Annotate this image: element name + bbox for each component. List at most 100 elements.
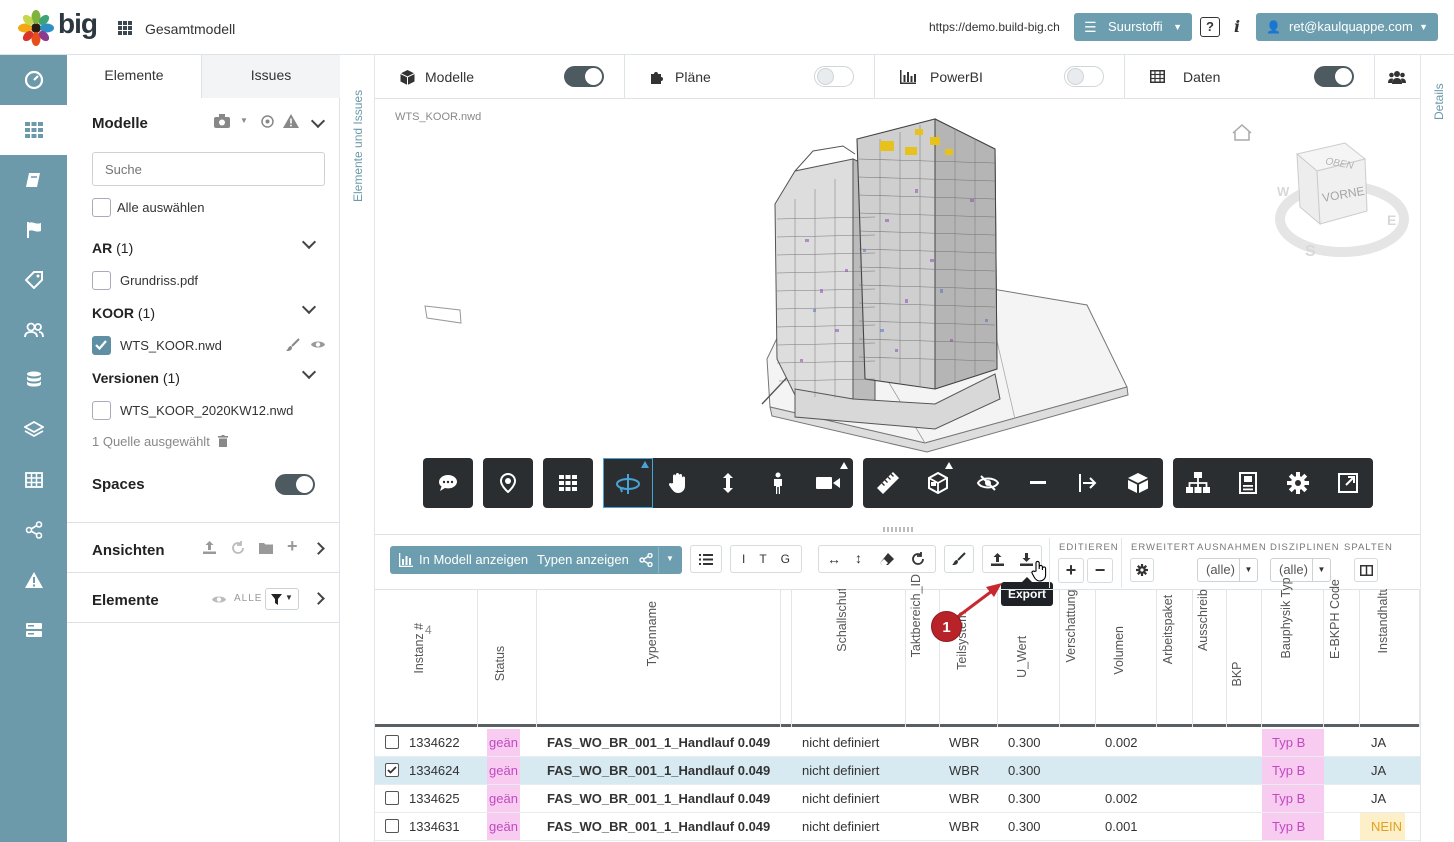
refresh-icon[interactable]	[231, 541, 245, 555]
section-button[interactable]	[913, 458, 963, 508]
file-checkbox[interactable]	[92, 401, 111, 420]
type-toggle[interactable]: T	[759, 552, 766, 566]
model-viewer[interactable]: WTS_KOOR.nwd OBEN VORNE W S E	[375, 99, 1420, 525]
camera-icon[interactable]	[214, 114, 230, 128]
tab-models[interactable]: Modelle	[375, 55, 625, 99]
project-name[interactable]: Gesamtmodell	[145, 21, 235, 37]
col-shading[interactable]: Verschattung	[1060, 589, 1096, 727]
group-koor[interactable]: KOOR (1)	[92, 305, 155, 321]
grid-button[interactable]	[543, 458, 593, 508]
eye-icon[interactable]	[310, 339, 326, 350]
col-status[interactable]: Status	[478, 589, 537, 727]
brush-button[interactable]	[944, 545, 974, 573]
horizontal-arrows-icon[interactable]: ↔	[827, 551, 841, 567]
nav-issues[interactable]	[0, 205, 67, 255]
tab-plans[interactable]: Pläne	[625, 55, 875, 99]
add-button[interactable]: +	[1058, 558, 1084, 583]
chevron-down-icon[interactable]	[301, 234, 317, 250]
nav-database[interactable]	[0, 355, 67, 405]
help-button[interactable]: ?	[1200, 17, 1220, 37]
target-icon[interactable]	[261, 115, 274, 128]
comment-button[interactable]	[423, 458, 473, 508]
plus-icon[interactable]: +	[287, 536, 298, 557]
home-icon[interactable]	[1232, 123, 1252, 141]
group-icon[interactable]	[1388, 70, 1406, 84]
col-workpackage[interactable]: Arbeitspaket	[1157, 589, 1193, 727]
nav-models[interactable]	[0, 105, 67, 155]
view-cube[interactable]: OBEN VORNE W S E	[1275, 142, 1409, 260]
show-types-button[interactable]: Typen anzeigen	[537, 552, 629, 567]
info-icon[interactable]: i	[1234, 17, 1240, 36]
models-toggle[interactable]	[564, 66, 604, 87]
upload-icon[interactable]	[203, 541, 216, 554]
caret-down-icon[interactable]: ▼	[240, 116, 248, 125]
remove-button[interactable]: −	[1087, 558, 1113, 583]
group-toggle[interactable]: G	[781, 552, 790, 566]
advanced-settings-button[interactable]	[1130, 558, 1154, 582]
col-typename[interactable]: Typenname	[537, 589, 781, 727]
chevron-right-icon[interactable]	[312, 592, 325, 605]
resize-handle[interactable]	[883, 527, 913, 532]
file-checkbox[interactable]	[92, 336, 111, 355]
chevron-down-icon[interactable]	[310, 113, 326, 129]
select-all-checkbox[interactable]	[92, 198, 111, 217]
nav-server[interactable]	[0, 605, 67, 655]
exceptions-select[interactable]: (alle) ▼	[1197, 558, 1258, 582]
columns-button[interactable]	[1354, 558, 1378, 582]
elements-issues-strip[interactable]: Elemente und Issues	[340, 55, 375, 842]
col-volume[interactable]: Volumen	[1096, 589, 1157, 727]
share-icon[interactable]	[639, 553, 653, 567]
powerbi-toggle[interactable]	[1064, 66, 1104, 87]
tab-data[interactable]: Daten	[1125, 55, 1375, 99]
caret-down-icon[interactable]: ▼	[666, 554, 674, 563]
row-checkbox[interactable]	[385, 735, 399, 749]
tab-issues[interactable]: Issues	[202, 55, 340, 98]
elements-header[interactable]: Elemente	[92, 592, 159, 609]
nav-table[interactable]	[0, 455, 67, 505]
col-bkp[interactable]: BKP	[1227, 589, 1262, 727]
table-row[interactable]: 1334624 geän FAS_WO_BR_001_1_Handlauf 0.…	[375, 757, 1420, 785]
upload-icon[interactable]	[991, 553, 1004, 566]
folder-icon[interactable]	[259, 542, 273, 554]
eye-icon[interactable]	[211, 594, 227, 605]
hide-button[interactable]	[963, 458, 1013, 508]
orbit-button[interactable]	[603, 458, 653, 508]
chevron-right-icon[interactable]	[312, 542, 325, 555]
nav-layers[interactable]	[0, 405, 67, 455]
list-view-button[interactable]	[690, 545, 722, 573]
show-in-model-button[interactable]: In Modell anzeigen	[419, 552, 528, 567]
table-row[interactable]: 1334631 geän FAS_WO_BR_001_1_Handlauf 0.…	[375, 813, 1420, 841]
box-button[interactable]	[1113, 458, 1163, 508]
trash-icon[interactable]	[218, 435, 228, 447]
camera-button[interactable]	[803, 458, 853, 508]
warning-icon[interactable]	[283, 114, 299, 128]
col-bauphysik[interactable]: Bauphysik Typ	[1262, 577, 1324, 727]
tab-powerbi[interactable]: PowerBI	[875, 55, 1125, 99]
col-maintenance[interactable]: Instandhaltungsi	[1360, 589, 1420, 727]
measure-button[interactable]	[863, 458, 913, 508]
vertical-arrows-icon[interactable]: ↕	[855, 550, 862, 566]
settings-button[interactable]	[1273, 458, 1323, 508]
col-tender[interactable]: Ausschreibungsp	[1193, 589, 1227, 727]
search-input[interactable]	[92, 152, 325, 186]
zoom-button[interactable]	[703, 458, 753, 508]
row-checkbox[interactable]	[385, 819, 399, 833]
grid-icon[interactable]	[118, 21, 132, 35]
group-ar[interactable]: AR (1)	[92, 240, 133, 256]
company-dropdown[interactable]: ☰ Suurstoffi ▼	[1074, 13, 1192, 41]
col-sound[interactable]: Schallschutzanfo	[792, 589, 906, 727]
pin-button[interactable]	[483, 458, 533, 508]
chevron-down-icon[interactable]	[301, 299, 317, 315]
instance-toggle[interactable]: I	[742, 552, 745, 566]
spaces-toggle[interactable]	[275, 474, 315, 495]
table-row[interactable]: 1334622 geän FAS_WO_BR_001_1_Handlauf 0.…	[375, 729, 1420, 757]
group-versions[interactable]: Versionen (1)	[92, 370, 180, 386]
nav-users[interactable]	[0, 305, 67, 355]
refresh-icon[interactable]	[911, 552, 925, 566]
chevron-down-icon[interactable]	[301, 364, 317, 380]
properties-button[interactable]	[1223, 458, 1273, 508]
row-checkbox[interactable]	[385, 763, 399, 777]
nav-documents[interactable]	[0, 155, 67, 205]
nav-warnings[interactable]	[0, 555, 67, 605]
file-checkbox[interactable]	[92, 271, 111, 290]
